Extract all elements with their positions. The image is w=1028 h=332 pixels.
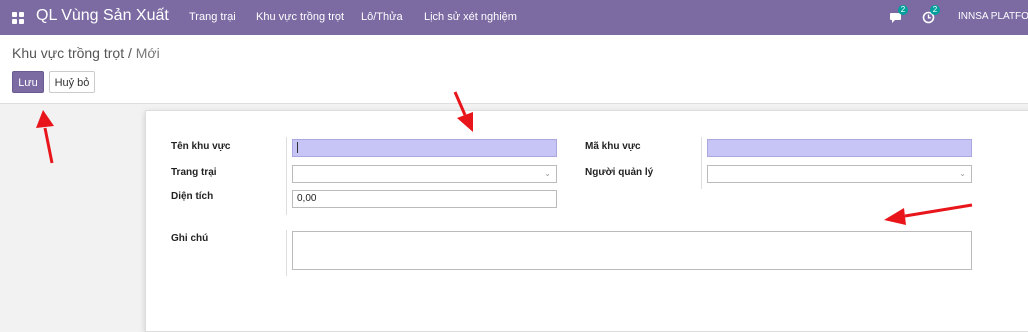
breadcrumb-separator: / — [127, 45, 132, 61]
menu-lo-thua[interactable]: Lô/Thửa — [361, 11, 403, 23]
company-switcher[interactable]: INNSA PLATFO — [958, 11, 1028, 22]
activities-badge: 2 — [930, 5, 940, 15]
top-navbar: QL Vùng Sản Xuất Trang trại Khu vực trồn… — [0, 0, 1028, 35]
menu-trang-trai[interactable]: Trang trại — [189, 11, 236, 23]
trang-trai-label: Trang trại — [171, 167, 217, 178]
ma-khu-vuc-label: Mã khu vực — [585, 141, 641, 152]
notes-separator — [286, 230, 287, 276]
dien-tich-input[interactable]: 0,00 — [292, 190, 557, 208]
ten-khu-vuc-input[interactable] — [292, 139, 557, 157]
form-sheet: Tên khu vực Trang trại Diện tích ⌄ 0,00 … — [145, 110, 1028, 332]
chat-icon[interactable]: 2 — [890, 5, 908, 25]
ma-khu-vuc-input[interactable] — [707, 139, 972, 157]
dien-tich-label: Diện tích — [171, 191, 214, 202]
chevron-down-icon: ⌄ — [544, 169, 551, 178]
text-cursor — [297, 141, 298, 153]
discard-button[interactable]: Huỷ bỏ — [49, 71, 95, 93]
breadcrumb: Khu vực trồng trọt / Mới — [12, 45, 160, 61]
chevron-down-icon: ⌄ — [959, 169, 966, 178]
nguoi-quan-ly-label: Người quản lý — [585, 167, 654, 178]
ghi-chu-label: Ghi chú — [171, 233, 209, 244]
breadcrumb-parent[interactable]: Khu vực trồng trọt — [12, 45, 124, 61]
nguoi-quan-ly-select[interactable]: ⌄ — [707, 165, 972, 183]
annotation-arrow-save — [36, 110, 54, 164]
app-title[interactable]: QL Vùng Sản Xuất — [36, 7, 169, 25]
menu-lich-su-xet-nghiem[interactable]: Lịch sử xét nghiệm — [424, 11, 517, 23]
messages-badge: 2 — [898, 5, 908, 15]
left-group-separator — [286, 137, 287, 215]
control-panel: Khu vực trồng trọt / Mới Lưu Huỷ bỏ — [0, 35, 1028, 104]
ten-khu-vuc-label: Tên khu vực — [171, 141, 231, 152]
right-group-separator — [701, 137, 702, 189]
dien-tich-value: 0,00 — [297, 193, 317, 204]
activity-clock-icon[interactable]: 2 — [922, 5, 940, 25]
apps-icon[interactable] — [12, 12, 24, 24]
save-button[interactable]: Lưu — [12, 71, 44, 93]
breadcrumb-current: Mới — [135, 45, 160, 61]
menu-khu-vuc-trong-trot[interactable]: Khu vực trồng trọt — [256, 11, 344, 23]
trang-trai-select[interactable]: ⌄ — [292, 165, 557, 183]
ghi-chu-textarea[interactable] — [292, 231, 972, 270]
